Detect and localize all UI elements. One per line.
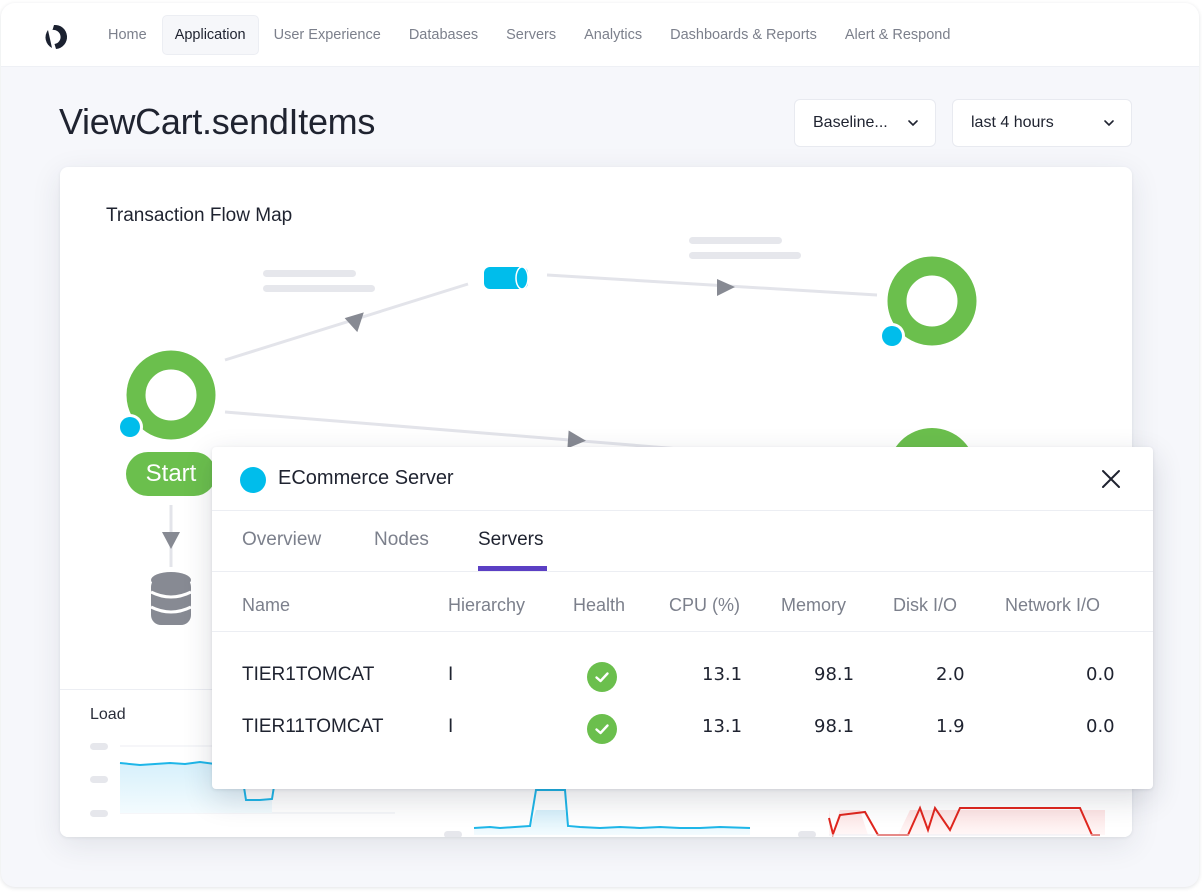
health-ok-icon [587, 714, 617, 744]
column-header-name[interactable]: Name [242, 595, 290, 616]
axis-tick-placeholder [798, 831, 816, 837]
nav-item-analytics[interactable]: Analytics [571, 15, 655, 55]
nav-item-user-experience[interactable]: User Experience [261, 15, 394, 55]
baseline-select[interactable]: Baseline... [794, 99, 936, 147]
nav-item-servers[interactable]: Servers [493, 15, 569, 55]
flow-edge[interactable] [224, 410, 681, 451]
server-cpu: 13.1 [702, 716, 743, 737]
tab-overview[interactable]: Overview [242, 529, 321, 551]
edge-label-placeholder [263, 285, 375, 292]
time-range-select[interactable]: last 4 hours [952, 99, 1132, 147]
server-cpu: 13.1 [702, 664, 743, 685]
nav-item-dashboards-reports[interactable]: Dashboards & Reports [657, 15, 830, 55]
axis-tick-placeholder [90, 743, 108, 750]
panel-tabs: Overview Nodes Servers [212, 511, 1153, 572]
app-node-top-right[interactable] [879, 256, 977, 349]
nav-item-home[interactable]: Home [95, 15, 160, 55]
server-network-io: 0.0 [1086, 716, 1115, 737]
table-row[interactable]: TIER1TOMCAT I 13.1 98.1 2.0 0.0 [212, 656, 1153, 696]
response-area [474, 810, 750, 835]
page-title: ViewCart.sendItems [59, 101, 376, 142]
active-tab-indicator [478, 566, 547, 571]
axis-tick-placeholder [444, 831, 462, 837]
nav-item-application[interactable]: Application [161, 15, 259, 55]
column-header-health[interactable]: Health [573, 595, 625, 616]
server-name[interactable]: TIER1TOMCAT [242, 664, 374, 686]
column-header-disk-io[interactable]: Disk I/O [893, 595, 957, 616]
server-disk-io: 2.0 [936, 664, 965, 685]
table-row[interactable]: TIER11TOMCAT I 13.1 98.1 1.9 0.0 [212, 708, 1153, 748]
chevron-down-icon [908, 120, 918, 127]
start-label[interactable]: Start [126, 452, 216, 496]
chevron-down-icon [1104, 120, 1114, 127]
server-hierarchy: I [448, 716, 454, 737]
app-window: Home Application User Experience Databas… [1, 3, 1199, 887]
nav-item-alert-respond[interactable]: Alert & Respond [832, 15, 964, 55]
tier-badge-icon [882, 326, 902, 346]
top-nav: Home Application User Experience Databas… [1, 3, 1199, 67]
server-network-io: 0.0 [1086, 664, 1115, 685]
server-hierarchy: I [448, 664, 454, 685]
close-icon[interactable] [1099, 467, 1123, 491]
flow-edge[interactable] [546, 273, 878, 297]
server-details-panel: ECommerce Server Overview Nodes Servers … [212, 447, 1153, 789]
axis-tick-placeholder [90, 810, 108, 817]
panel-header: ECommerce Server [212, 447, 1153, 511]
database-icon[interactable] [150, 572, 192, 625]
queue-node[interactable] [484, 266, 529, 290]
header-divider [212, 631, 1153, 632]
server-name[interactable]: TIER11TOMCAT [242, 716, 383, 738]
server-memory: 98.1 [814, 716, 855, 737]
tier-badge-icon [120, 417, 140, 437]
tier-status-icon [240, 467, 266, 493]
panel-title: ECommerce Server [278, 467, 454, 489]
arrow-icon [717, 279, 735, 296]
server-disk-io: 1.9 [936, 716, 965, 737]
server-memory: 98.1 [814, 664, 855, 685]
column-header-cpu[interactable]: CPU (%) [669, 595, 740, 616]
response-line [473, 789, 751, 830]
time-range-select-value: last 4 hours [971, 114, 1054, 131]
nav-menu: Home Application User Experience Databas… [95, 15, 965, 55]
edge-label-placeholder [689, 252, 801, 259]
edge-label-placeholder [263, 270, 356, 277]
tab-nodes[interactable]: Nodes [374, 529, 429, 551]
app-node-start[interactable] [117, 350, 216, 440]
axis-tick-placeholder [90, 776, 108, 783]
health-ok-icon [587, 662, 617, 692]
column-header-memory[interactable]: Memory [781, 595, 846, 616]
edge-label-placeholder [689, 237, 782, 244]
logo-icon[interactable] [37, 21, 69, 53]
flow-edge[interactable] [224, 282, 469, 362]
baseline-select-value: Baseline... [813, 114, 888, 131]
tab-servers[interactable]: Servers [478, 529, 543, 551]
nav-item-databases[interactable]: Databases [396, 15, 491, 55]
column-header-hierarchy[interactable]: Hierarchy [448, 595, 525, 616]
column-header-network-io[interactable]: Network I/O [1005, 595, 1100, 616]
arrow-icon [162, 532, 180, 549]
